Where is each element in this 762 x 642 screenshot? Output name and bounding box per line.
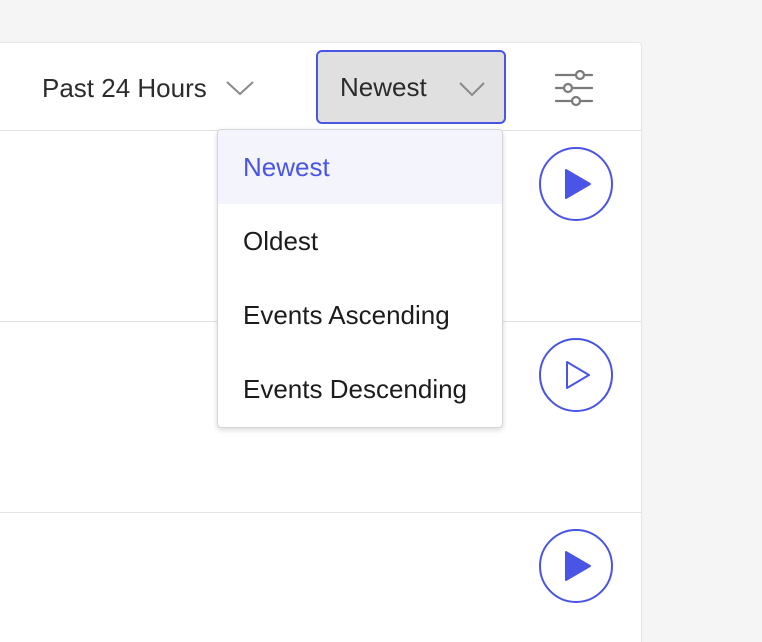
row-divider (0, 512, 642, 513)
play-button[interactable] (538, 528, 614, 604)
sort-option-newest[interactable]: Newest (218, 130, 502, 204)
play-button[interactable] (538, 337, 614, 413)
play-button[interactable] (538, 146, 614, 222)
sliders-icon[interactable] (552, 66, 596, 110)
chevron-down-icon (226, 81, 254, 96)
chevron-down-icon (459, 82, 485, 97)
sort-select[interactable]: Newest (316, 50, 506, 124)
sort-option-events-descending[interactable]: Events Descending (218, 352, 502, 426)
sort-option-events-ascending[interactable]: Events Ascending (218, 278, 502, 352)
sort-option-oldest[interactable]: Oldest (218, 204, 502, 278)
time-range-label: Past 24 Hours (42, 72, 207, 103)
sort-dropdown-menu: Newest Oldest Events Ascending Events De… (217, 129, 503, 428)
sort-select-label: Newest (340, 71, 427, 102)
time-range-select[interactable]: Past 24 Hours (42, 68, 255, 108)
